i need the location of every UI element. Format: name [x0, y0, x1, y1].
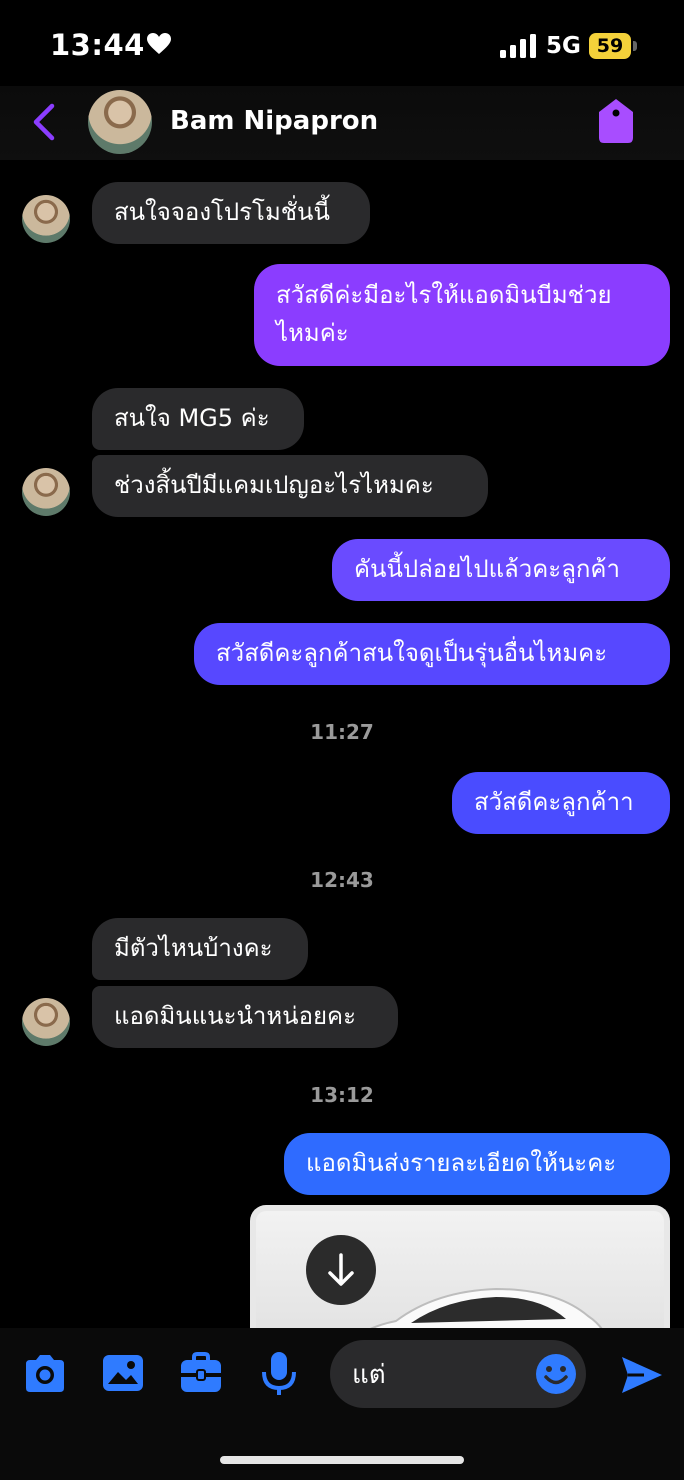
- battery-level: 59: [596, 35, 624, 57]
- chat-header: Bam Nipapron: [0, 86, 684, 160]
- battery-icon: 59: [589, 33, 639, 59]
- timestamp: 12:43: [310, 868, 374, 892]
- message-text: สวัสดีค่ะมีอะไรให้แอดมินบีมช่วย: [276, 281, 612, 309]
- message-text: สนใจ MG5 ค่ะ: [114, 404, 270, 432]
- timestamp: 13:12: [310, 1083, 374, 1107]
- message-text: มีตัวไหนบ้างคะ: [114, 934, 273, 962]
- signal-icon: [500, 34, 536, 58]
- message-incoming[interactable]: แอดมินแนะนำหน่อยคะ: [92, 986, 398, 1048]
- message-text: สนใจจองโปรโมชั่นนี้: [114, 198, 330, 226]
- message-incoming[interactable]: มีตัวไหนบ้างคะ: [92, 918, 308, 980]
- sender-avatar: [22, 468, 70, 516]
- download-button[interactable]: [306, 1235, 376, 1305]
- message-outgoing[interactable]: สวัสดีคะลูกค้าา: [452, 772, 670, 834]
- contact-name[interactable]: Bam Nipapron: [170, 106, 378, 136]
- emoji-icon[interactable]: [534, 1352, 578, 1396]
- arrow-down-icon: [328, 1253, 354, 1286]
- message-text: สวัสดีคะลูกค้าสนใจดูเป็นรุ่นอื่นไหมคะ: [216, 639, 608, 667]
- message-outgoing[interactable]: แอดมินส่งรายละเอียดให้นะคะ: [284, 1133, 670, 1195]
- message-input[interactable]: แต่: [330, 1340, 586, 1408]
- message-text: แอดมินแนะนำหน่อยคะ: [114, 1002, 356, 1030]
- briefcase-icon[interactable]: [178, 1350, 224, 1396]
- microphone-icon[interactable]: [256, 1350, 302, 1396]
- camera-icon[interactable]: [22, 1350, 68, 1396]
- tag-icon[interactable]: [597, 98, 635, 144]
- message-list[interactable]: สนใจจองโปรโมชั่นนี้ สวัสดีค่ะมีอะไรให้แอ…: [0, 160, 684, 1330]
- send-icon[interactable]: [620, 1354, 664, 1396]
- message-text: ช่วงสิ้นปีมีแคมเปญอะไรไหมคะ: [114, 471, 434, 499]
- message-outgoing[interactable]: สวัสดีคะลูกค้าสนใจดูเป็นรุ่นอื่นไหมคะ: [194, 623, 670, 685]
- sender-avatar: [22, 998, 70, 1046]
- message-outgoing[interactable]: คันนี้ปล่อยไปแล้วคะลูกค้า: [332, 539, 670, 601]
- message-text: แอดมินส่งรายละเอียดให้นะคะ: [306, 1149, 617, 1177]
- message-text-line2: ไหมค่ะ: [276, 319, 349, 347]
- home-indicator[interactable]: [220, 1456, 464, 1464]
- message-text: คันนี้ปล่อยไปแล้วคะลูกค้า: [354, 555, 620, 583]
- message-incoming[interactable]: ช่วงสิ้นปีมีแคมเปญอะไรไหมคะ: [92, 455, 488, 517]
- contact-avatar[interactable]: [88, 90, 152, 154]
- network-label: 5G: [546, 33, 581, 59]
- chevron-left-icon[interactable]: [28, 102, 60, 142]
- gallery-icon[interactable]: [100, 1350, 146, 1396]
- message-text: สวัสดีคะลูกค้าา: [474, 788, 634, 816]
- timestamp: 11:27: [310, 720, 374, 744]
- status-bar: 13:44 5G 59: [0, 0, 684, 90]
- message-incoming[interactable]: สนใจจองโปรโมชั่นนี้: [92, 182, 370, 244]
- sender-avatar: [22, 195, 70, 243]
- message-outgoing[interactable]: สวัสดีค่ะมีอะไรให้แอดมินบีมช่วย ไหมค่ะ: [254, 264, 670, 366]
- message-incoming[interactable]: สนใจ MG5 ค่ะ: [92, 388, 304, 450]
- status-time: 13:44: [50, 28, 145, 62]
- heart-icon: [147, 33, 171, 54]
- message-input-value: แต่: [352, 1360, 386, 1390]
